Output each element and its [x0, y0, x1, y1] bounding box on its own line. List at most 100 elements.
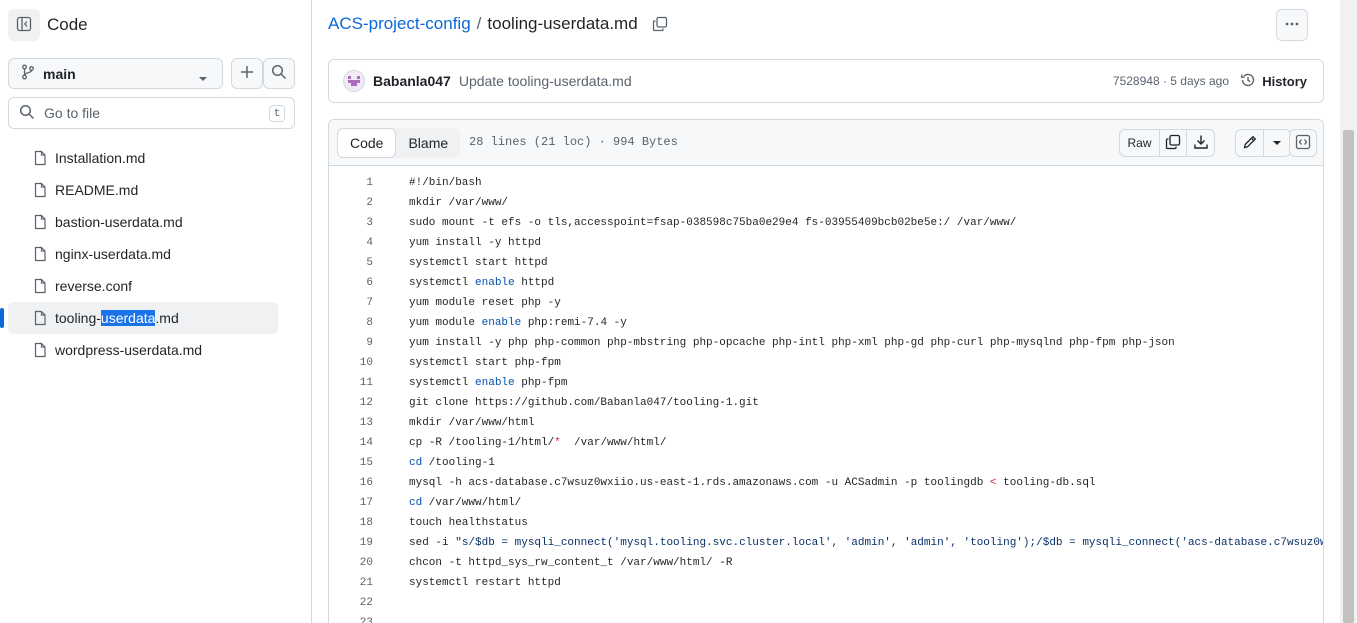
code-line[interactable]: 17 cd /var/www/html/	[329, 493, 1323, 513]
branch-selector[interactable]: main	[8, 58, 223, 89]
breadcrumb: ACS-project-config / tooling-userdata.md	[328, 14, 668, 34]
line-number[interactable]: 16	[329, 477, 373, 489]
line-number[interactable]: 23	[329, 617, 373, 623]
line-content: systemctl start httpd	[409, 257, 548, 269]
code-token: chcon -t httpd_sys_rw_content_t /var/www…	[409, 557, 733, 569]
symbols-panel-button[interactable]	[1290, 130, 1316, 156]
tree-item-label: README.md	[55, 182, 139, 198]
go-to-file-input[interactable]: Go to file t	[8, 97, 295, 129]
line-number[interactable]: 1	[329, 177, 373, 189]
code-line[interactable]: 14 cp -R /tooling-1/html/* /var/www/html/	[329, 433, 1323, 453]
code-token: httpd	[514, 277, 555, 289]
line-number[interactable]: 8	[329, 317, 373, 329]
chevron-down-icon	[198, 70, 208, 86]
tree-item-tooling-userdata[interactable]: tooling-userdata.md	[0, 302, 278, 334]
code-line[interactable]: 9 yum install -y php php-common php-mbstr…	[329, 333, 1323, 353]
line-content: mkdir /var/www/html	[409, 417, 534, 429]
avatar[interactable]	[343, 70, 365, 92]
line-number[interactable]: 14	[329, 437, 373, 449]
code-line[interactable]: 21 systemctl restart httpd	[329, 573, 1323, 593]
code-line[interactable]: 13 mkdir /var/www/html	[329, 413, 1323, 433]
breadcrumb-repo-link[interactable]: ACS-project-config	[328, 14, 471, 34]
commit-message[interactable]: Update tooling-userdata.md	[459, 73, 632, 89]
search-code-button[interactable]	[263, 58, 295, 89]
line-number[interactable]: 18	[329, 517, 373, 529]
tree-item-installation[interactable]: Installation.md	[0, 142, 278, 174]
code-line[interactable]: 6 systemctl enable httpd	[329, 273, 1323, 293]
download-button[interactable]	[1187, 130, 1214, 156]
code-token: systemctl restart httpd	[409, 577, 561, 589]
code-line[interactable]: 16 mysql -h acs-database.c7wsuz0wxiio.us-…	[329, 473, 1323, 493]
line-number[interactable]: 13	[329, 417, 373, 429]
commit-meta[interactable]: 7528948 · 5 days ago	[1113, 74, 1229, 88]
code-line[interactable]: 19 sed -i "s/$db = mysqli_connect('mysql.…	[329, 533, 1323, 553]
file-header: Code Blame 28 lines (21 loc) · 994 Bytes…	[329, 120, 1323, 166]
code-line[interactable]: 4 yum install -y httpd	[329, 233, 1323, 253]
line-number[interactable]: 20	[329, 557, 373, 569]
code-area[interactable]: 1 #!/bin/bash 2 mkdir /var/www/3 sudo mount …	[329, 173, 1323, 623]
line-number[interactable]: 9	[329, 337, 373, 349]
line-number[interactable]: 3	[329, 217, 373, 229]
code-line[interactable]: 15 cd /tooling-1	[329, 453, 1323, 473]
copy-path-icon[interactable]	[652, 16, 668, 32]
symbols-group	[1289, 129, 1317, 157]
line-number[interactable]: 11	[329, 377, 373, 389]
code-line[interactable]: 22	[329, 593, 1323, 613]
code-line[interactable]: 5 systemctl start httpd	[329, 253, 1323, 273]
breadcrumb-file-name: tooling-userdata.md	[487, 14, 638, 33]
raw-button[interactable]: Raw	[1120, 130, 1160, 156]
history-button[interactable]: History	[1240, 72, 1307, 91]
collapse-sidebar-button[interactable]	[8, 9, 40, 41]
code-line[interactable]: 10 systemctl start php-fpm	[329, 353, 1323, 373]
edit-options-dropdown[interactable]	[1264, 130, 1290, 156]
code-token: tooling-db.sql	[996, 477, 1096, 489]
edit-actions-group	[1235, 129, 1291, 157]
file-view: ACS-project-config / tooling-userdata.md…	[312, 0, 1357, 623]
tree-item-label: nginx-userdata.md	[55, 246, 171, 262]
code-line[interactable]: 8 yum module enable php:remi-7.4 -y	[329, 313, 1323, 333]
line-number[interactable]: 5	[329, 257, 373, 269]
code-line[interactable]: 2 mkdir /var/www/	[329, 193, 1323, 213]
code-line[interactable]: 7 yum module reset php -y	[329, 293, 1323, 313]
copy-raw-button[interactable]	[1160, 130, 1187, 156]
code-line[interactable]: 1 #!/bin/bash	[329, 173, 1323, 193]
selected-text-highlight: userdata	[100, 310, 156, 326]
line-number[interactable]: 21	[329, 577, 373, 589]
code-line[interactable]: 3 sudo mount -t efs -o tls,accesspoint=fs…	[329, 213, 1323, 233]
line-number[interactable]: 6	[329, 277, 373, 289]
plus-icon	[240, 65, 254, 82]
line-number[interactable]: 15	[329, 457, 373, 469]
code-line[interactable]: 20 chcon -t httpd_sys_rw_content_t /var/w…	[329, 553, 1323, 573]
tab-blame[interactable]: Blame	[396, 128, 460, 158]
code-token: sed -i	[409, 537, 456, 549]
line-number[interactable]: 22	[329, 597, 373, 609]
edit-file-button[interactable]	[1236, 130, 1264, 156]
file-icon	[32, 150, 48, 166]
commit-author[interactable]: Babanla047	[373, 73, 451, 89]
code-line[interactable]: 12 git clone https://github.com/Babanla04…	[329, 393, 1323, 413]
code-line[interactable]: 11 systemctl enable php-fpm	[329, 373, 1323, 393]
line-number[interactable]: 12	[329, 397, 373, 409]
line-number[interactable]: 4	[329, 237, 373, 249]
more-options-button[interactable]	[1276, 9, 1308, 41]
line-number[interactable]: 2	[329, 197, 373, 209]
add-file-button[interactable]	[231, 58, 263, 89]
file-actions-group: Raw	[1119, 129, 1215, 157]
branch-icon	[21, 64, 35, 83]
line-number[interactable]: 7	[329, 297, 373, 309]
vertical-scrollbar[interactable]	[1340, 0, 1357, 623]
tree-item-reverse-conf[interactable]: reverse.conf	[0, 270, 278, 302]
tree-item-wordpress-userdata[interactable]: wordpress-userdata.md	[0, 334, 278, 366]
code-line[interactable]: 18 touch healthstatus	[329, 513, 1323, 533]
file-icon	[32, 214, 48, 230]
tab-code[interactable]: Code	[337, 128, 397, 158]
tree-item-readme[interactable]: README.md	[0, 174, 278, 206]
code-line[interactable]: 23	[329, 613, 1323, 623]
line-number[interactable]: 19	[329, 537, 373, 549]
scrollbar-thumb[interactable]	[1343, 130, 1354, 623]
tree-item-nginx-userdata[interactable]: nginx-userdata.md	[0, 238, 278, 270]
file-icon	[32, 182, 48, 198]
line-number[interactable]: 17	[329, 497, 373, 509]
tree-item-bastion-userdata[interactable]: bastion-userdata.md	[0, 206, 278, 238]
line-number[interactable]: 10	[329, 357, 373, 369]
